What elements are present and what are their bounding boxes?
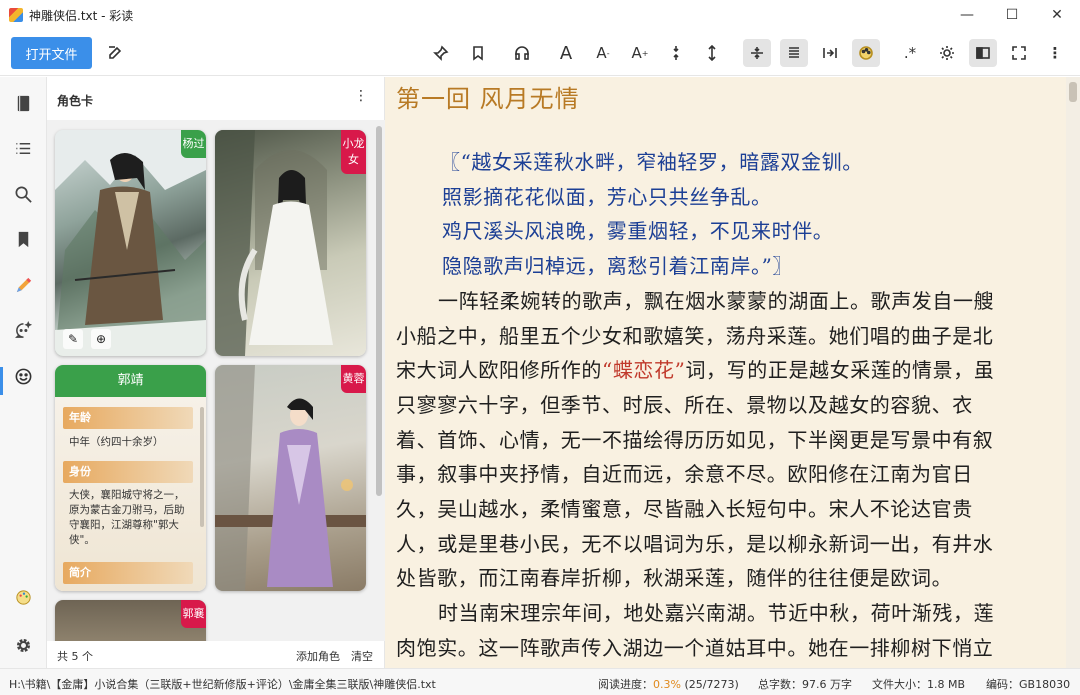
active-nav-indicator [0, 367, 3, 395]
brightness-icon[interactable] [933, 39, 961, 67]
text-line: 久，吴山越水，柔情蜜意，尽皆融入长短句中。宋人不论达官贵 [396, 497, 973, 522]
character-card-grid: 杨过 ✎ ⊕ 小龙女 郭靖 年龄 中年（约四十余岁） 身份 大侠，襄阳城守将之一… [47, 120, 385, 641]
poem-line: 鸡尺溪头风浪晚，雾重烟轻，不见来时伴。 [442, 219, 834, 244]
edit-icon[interactable] [101, 39, 129, 67]
text-line: 人，或是里巷小民，无不以唱词为乐，是以柳永新词一出，有井水 [396, 531, 994, 556]
more-menu-icon[interactable]: ⋮ [1041, 39, 1069, 67]
reading-progress: 阅读进度：0.3% (25/7273) [598, 678, 739, 691]
character-panel: 角色卡 ⋮ 杨过 ✎ ⊕ 小龙女 郭靖 年龄 中年（约四十余岁） 身份 大侠，襄… [47, 77, 385, 668]
theme-palette-icon[interactable] [9, 583, 37, 611]
font-increase-icon[interactable]: A + [626, 39, 654, 67]
word-count: 总字数：97.6 万字 [758, 678, 852, 691]
pencil-icon[interactable] [9, 271, 37, 299]
character-name-tag: 郭襄 [181, 600, 206, 628]
line-height-icon[interactable] [698, 39, 726, 67]
panel-title: 角色卡 [57, 94, 94, 108]
character-portrait [215, 365, 366, 591]
character-name-tag: 杨过 [181, 130, 206, 158]
bookmark-icon[interactable] [464, 39, 492, 67]
zoom-card-icon[interactable]: ⊕ [91, 329, 111, 349]
section-text: 中年（约四十余岁） [69, 436, 164, 448]
character-name-header: 郭靖 [55, 365, 206, 397]
chapter-text: 〖“越女采莲秋水畔，窄袖轻罗，暗露双金钏。 照影摘花花似面，芳心只共丝争乱。 鸡… [396, 145, 1060, 666]
section-label: 简介 [63, 562, 193, 584]
detail-scrollbar[interactable] [200, 407, 204, 527]
encoding: 编码：GB18030 [986, 678, 1071, 691]
character-card-icon[interactable] [9, 362, 37, 390]
poem-line: 〖“越女采莲秋水畔，窄袖轻罗，暗露双金钏。 [440, 150, 863, 174]
settings-gear-icon[interactable] [9, 631, 37, 659]
headphones-icon[interactable] [508, 39, 536, 67]
sidebar-toggle-icon[interactable] [969, 39, 997, 67]
close-button[interactable]: ✕ [1034, 0, 1080, 30]
text-line: 宋大词人欧阳修所作的“蝶恋花”词，写的正是越女采莲的情景，虽 [396, 358, 995, 383]
page-turn-icon[interactable] [816, 39, 844, 67]
character-detail: 年龄 中年（约四十余岁） 身份 大侠，襄阳城守将之一，原为蒙古金刀驸马，后助守襄… [55, 397, 206, 591]
reader-pane[interactable]: 第一回 风月无情 〖“越女采莲秋水畔，窄袖轻罗，暗露双金钏。 照影摘花花似面，芳… [385, 77, 1080, 668]
character-count: 共 5 个 [57, 650, 93, 663]
nav-rail [0, 77, 47, 668]
paragraph-spacing-icon[interactable] [743, 39, 771, 67]
regex-icon[interactable]: .* [896, 39, 924, 67]
text-line: 小船之中，船里五个少女和歌嬉笑，荡舟采莲。她们唱的曲子是北 [396, 323, 994, 348]
text-line: 处皆歌，而江南春岸折柳，秋湖采莲，随伴的往往便是欧词。 [396, 566, 953, 591]
toc-list-icon[interactable] [9, 134, 37, 162]
poem-line: 照影摘花花似面，芳心只共丝争乱。 [442, 184, 772, 209]
toolbar: 打开文件 A A- A + .* ⋮ [0, 30, 1080, 76]
character-card[interactable]: 小龙女 [215, 130, 366, 356]
character-card[interactable]: 郭襄 [55, 600, 206, 641]
text-line: 肉饱实。这一阵歌声传入湖边一个道姑耳中。她在一排柳树下悄立 [396, 635, 994, 660]
pin-icon[interactable] [427, 39, 455, 67]
text-line: 事，叙事中夹抒情，自近而远，余意不尽。欧阳修在江南为官日 [396, 462, 973, 487]
clear-button[interactable]: 清空 [351, 648, 373, 664]
library-icon[interactable] [9, 89, 37, 117]
chapter-title: 第一回 风月无情 [396, 85, 580, 113]
file-path: H:\书籍\【金庸】小说合集（三联版+世纪新修版+评论）\金庸全集三联版\神雕侠… [9, 678, 436, 691]
text-line: 时当南宋理宗年间，地处嘉兴南湖。节近中秋，荷叶渐残，莲 [438, 601, 995, 626]
font-decrease-icon[interactable]: A- [589, 39, 617, 67]
bookmarks-icon[interactable] [9, 225, 37, 253]
character-name-tag: 小龙女 [341, 130, 366, 174]
text-line: 一阵轻柔婉转的歌声，飘在烟水蒙蒙的湖面上。歌声发自一艘 [438, 288, 995, 313]
character-name-tag: 黄蓉 [341, 365, 366, 393]
search-icon[interactable] [9, 180, 37, 208]
fullscreen-icon[interactable] [1005, 39, 1033, 67]
ai-chat-icon[interactable] [9, 316, 37, 344]
edit-card-icon[interactable]: ✎ [63, 329, 83, 349]
card-grid-scrollbar[interactable] [376, 126, 382, 496]
title-bar: 神雕侠侣.txt - 彩读 — ☐ ✕ [0, 0, 1080, 30]
open-file-button[interactable]: 打开文件 [11, 37, 92, 69]
poem-line: 隐隐歌声归棹远，离愁引着江南岸。”〗 [442, 254, 794, 279]
panel-footer: 共 5 个 添加角色 清空 [47, 641, 385, 668]
file-size: 文件大小：1.8 MB [872, 678, 966, 691]
app-logo-icon [9, 8, 23, 22]
text-line: 着、首饰、心情，无一不描绘得历历如见，下半阕更是写景中有叙 [396, 427, 994, 452]
section-label: 身份 [63, 461, 193, 483]
character-card[interactable]: 黄蓉 [215, 365, 366, 591]
minimize-button[interactable]: — [944, 0, 990, 30]
section-label: 年龄 [63, 407, 193, 429]
letter-spacing-icon[interactable] [662, 39, 690, 67]
maximize-button[interactable]: ☐ [989, 0, 1035, 30]
reader-scroll-thumb[interactable] [1069, 82, 1077, 102]
character-portrait [55, 130, 206, 356]
section-text: 大侠，襄阳城守将之一，原为蒙古金刀驸马，后助守襄阳，江湖尊称"郭大侠"。 [69, 489, 185, 546]
app-window: 神雕侠侣.txt - 彩读 — ☐ ✕ 打开文件 A A- A + .* ⋮ 角… [0, 0, 1080, 695]
status-bar: H:\书籍\【金庸】小说合集（三联版+世纪新修版+评论）\金庸全集三联版\神雕侠… [0, 668, 1080, 695]
reader-scrollbar[interactable] [1066, 77, 1080, 668]
align-text-icon[interactable] [780, 39, 808, 67]
panel-more-icon[interactable]: ⋮ [354, 88, 368, 104]
character-card[interactable]: 郭靖 年龄 中年（约四十余岁） 身份 大侠，襄阳城守将之一，原为蒙古金刀驸马，后… [55, 365, 206, 591]
font-icon[interactable]: A [552, 39, 580, 67]
add-role-button[interactable]: 添加角色 [296, 648, 340, 664]
window-title: 神雕侠侣.txt - 彩读 [29, 8, 134, 23]
palette-icon[interactable] [852, 39, 880, 67]
text-line: 只寥寥六十字，但季节、时辰、所在、景物以及越女的容貌、衣 [396, 392, 973, 417]
highlight-term[interactable]: “蝶恋花” [602, 358, 685, 382]
character-card[interactable]: 杨过 ✎ ⊕ [55, 130, 206, 356]
